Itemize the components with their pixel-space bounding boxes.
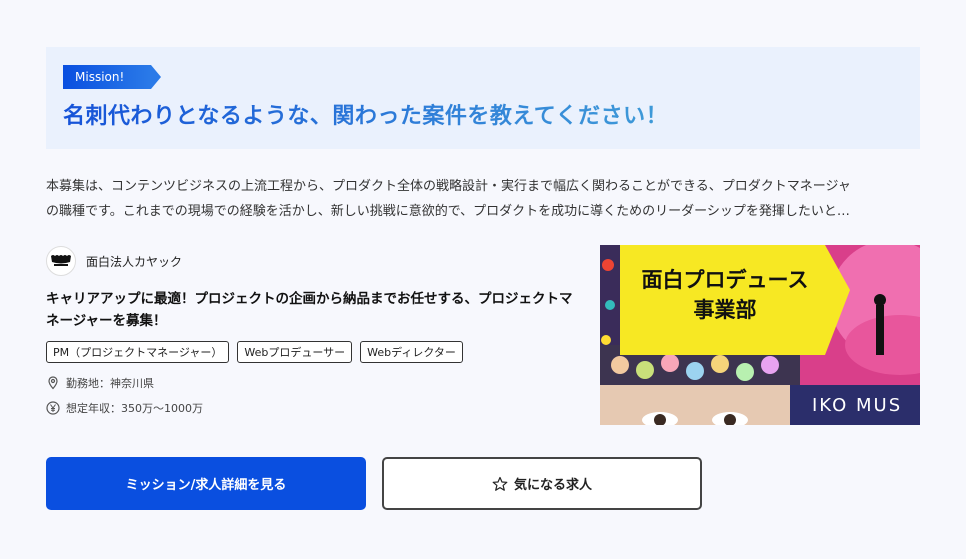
favorite-job-button[interactable]: 気になる求人: [382, 457, 702, 510]
location-row: 勤務地：神奈川県: [46, 375, 154, 391]
favorite-label: 気になる求人: [513, 478, 592, 493]
salary-text: 想定年収：350万〜1000万: [66, 402, 203, 415]
hero-headline: 面白プロデュース: [641, 268, 809, 292]
job-tag[interactable]: PM（プロジェクトマネージャー）: [46, 341, 230, 363]
yen-icon: [46, 401, 60, 415]
mission-box: Mission! 名刺代わりとなるような、関わった案件を教えてください！: [46, 47, 920, 149]
star-icon: [492, 476, 508, 491]
company-name[interactable]: 面白法人カヤック: [86, 253, 182, 270]
kayac-logo-icon: [46, 246, 76, 276]
hero-image[interactable]: 面白プロデュース 事業部 IKO MUS: [600, 245, 920, 425]
mission-title: 名刺代わりとなるような、関わった案件を教えてください！: [63, 98, 668, 130]
description-line: の職種です。これまでの現場での経験を活かし、新しい挑戦に意欲的で、プロダクトを成…: [46, 204, 850, 219]
location-pin-icon: [48, 376, 58, 390]
job-tag[interactable]: Webディレクター: [360, 341, 463, 363]
location-text: 勤務地：神奈川県: [66, 377, 154, 390]
hero-headline: 事業部: [693, 298, 757, 322]
mission-tag: Mission!: [63, 65, 161, 89]
description-line: 本募集は、コンテンツビジネスの上流工程から、プロダクト全体の戦略設計・実行まで幅…: [46, 179, 851, 194]
job-tag[interactable]: Webプロデューサー: [237, 341, 353, 363]
job-title[interactable]: キャリアアップに最適！プロジェクトの企画から納品までお任せする、プロジェクトマネ…: [46, 288, 576, 332]
hero-bottom-text: IKO MUS: [812, 395, 903, 416]
salary-row: 想定年収：350万〜1000万: [46, 400, 203, 416]
company-info[interactable]: 面白法人カヤック: [46, 246, 182, 276]
view-mission-details-button[interactable]: ミッション/求人詳細を見る: [46, 457, 366, 510]
job-description: 本募集は、コンテンツビジネスの上流工程から、プロダクト全体の戦略設計・実行まで幅…: [46, 174, 920, 224]
job-tags: PM（プロジェクトマネージャー） Webプロデューサー Webディレクター: [46, 341, 463, 363]
